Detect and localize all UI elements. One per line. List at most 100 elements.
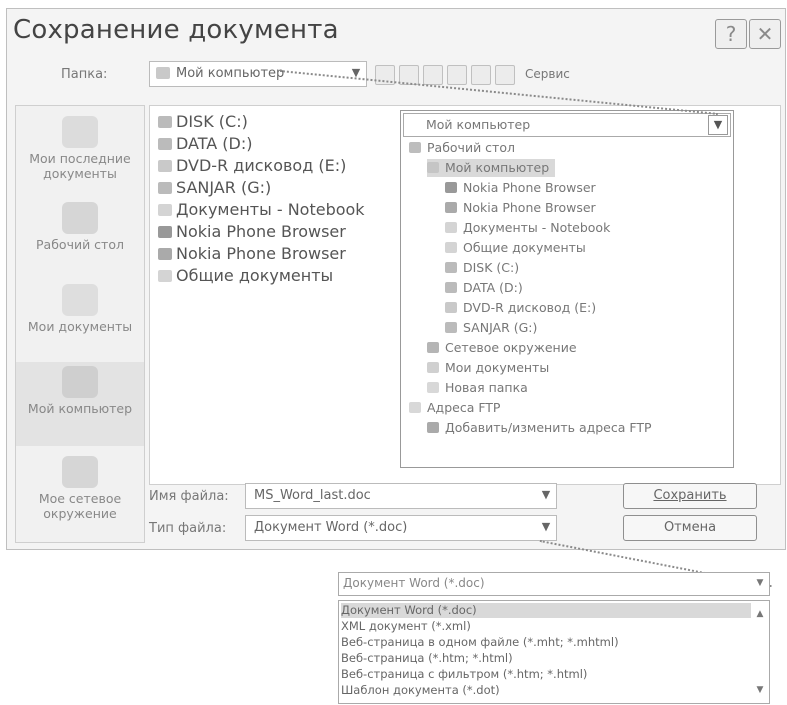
phone-icon xyxy=(158,226,172,238)
folder-icon xyxy=(445,242,457,253)
dropdown-item[interactable]: DVD-R дисковод (E:) xyxy=(445,299,596,317)
phone-icon xyxy=(158,248,172,260)
filetype-list[interactable]: Документ Word (*.doc) XML документ (*.xm… xyxy=(338,600,770,704)
place-desktop[interactable]: Рабочий стол xyxy=(16,202,144,252)
filetype-option[interactable]: Шаблон документа (*.dot) xyxy=(341,683,500,698)
desktop-icon xyxy=(409,142,421,153)
computer-icon xyxy=(156,67,170,79)
file-item-label: Nokia Phone Browser xyxy=(176,222,346,241)
dropdown-item[interactable]: DATA (D:) xyxy=(445,279,523,297)
filetype-option-selected[interactable]: Документ Word (*.doc) xyxy=(341,603,751,618)
drive-icon xyxy=(445,262,457,273)
help-button[interactable]: ? xyxy=(715,19,747,49)
place-my-computer[interactable]: Мой компьютер xyxy=(16,362,144,446)
dropdown-item[interactable]: Nokia Phone Browser xyxy=(445,199,596,217)
drive-icon xyxy=(158,182,172,194)
dropdown-item-selected[interactable]: Мой компьютер xyxy=(427,159,556,177)
filetype-option[interactable]: Веб-страница (*.htm; *.html) xyxy=(341,651,513,666)
place-label: Рабочий стол xyxy=(36,237,124,252)
new-folder-icon[interactable] xyxy=(471,65,491,85)
recent-documents-icon xyxy=(62,116,98,148)
filetype-dropdown-current: Документ Word (*.doc) xyxy=(343,576,485,590)
delete-icon[interactable] xyxy=(447,65,467,85)
dropdown-item[interactable]: Общие документы xyxy=(445,239,586,257)
ftp-icon xyxy=(427,422,439,433)
filetype-label: Тип файла: xyxy=(149,521,227,536)
file-item[interactable]: Документы - Notebook xyxy=(158,200,365,219)
dropdown-item-label: Рабочий стол xyxy=(427,140,515,155)
file-item-label: DVD-R дисковод (E:) xyxy=(176,156,347,175)
ftp-folder-icon xyxy=(409,402,421,413)
file-item[interactable]: SANJAR (G:) xyxy=(158,178,271,197)
place-label: Мои последние документы xyxy=(29,151,131,181)
close-button[interactable]: ✕ xyxy=(749,19,781,49)
drive-icon xyxy=(158,116,172,128)
drive-icon xyxy=(445,322,457,333)
dropdown-item[interactable]: Nokia Phone Browser xyxy=(445,179,596,197)
dvd-icon xyxy=(158,160,172,172)
filetype-option[interactable]: Веб-страница с фильтром (*.htm; *.html) xyxy=(341,667,587,682)
dropdown-item[interactable]: Добавить/изменить адреса FTP xyxy=(427,419,652,437)
title-bar: Сохранение документа ? ✕ xyxy=(7,9,785,51)
dropdown-item[interactable]: Сетевое окружение xyxy=(427,339,577,357)
computer-icon xyxy=(427,162,439,173)
file-item-label: Документы - Notebook xyxy=(176,200,365,219)
filetype-dropdown[interactable]: Документ Word (*.doc) ▼ Документ Word (*… xyxy=(338,572,770,704)
dropdown-item[interactable]: Документы - Notebook xyxy=(445,219,610,237)
filename-value: MS_Word_last.doc xyxy=(254,488,371,503)
place-label: Мой компьютер xyxy=(27,401,133,416)
drive-icon xyxy=(445,282,457,293)
file-item[interactable]: DVD-R дисковод (E:) xyxy=(158,156,346,175)
dropdown-item[interactable]: Рабочий стол xyxy=(409,139,515,157)
folder-label: Папка: xyxy=(61,67,108,82)
dropdown-item[interactable]: Адреса FTP xyxy=(409,399,500,417)
file-item[interactable]: Общие документы xyxy=(158,266,333,285)
filename-field[interactable]: MS_Word_last.doc ▼ xyxy=(245,483,557,509)
dropdown-item-label: Сетевое окружение xyxy=(445,340,577,355)
folder-dropdown[interactable]: Мой компьютер ▼ Рабочий стол Мой компьют… xyxy=(400,110,734,468)
filetype-option[interactable]: Веб-страница в одном файле (*.mht; *.mht… xyxy=(341,635,619,650)
drive-icon xyxy=(158,138,172,150)
dropdown-item[interactable]: Новая папка xyxy=(427,379,528,397)
place-recent-documents[interactable]: Мои последние документы xyxy=(16,116,144,181)
file-item[interactable]: Nokia Phone Browser xyxy=(158,244,346,263)
folder-dropdown-current: Мой компьютер xyxy=(426,117,531,132)
dropdown-item-label: Мои документы xyxy=(445,360,550,375)
place-network[interactable]: Мое сетевое окружение xyxy=(16,456,144,521)
place-my-documents[interactable]: Мои документы xyxy=(16,284,144,334)
network-icon xyxy=(62,456,98,488)
scroll-up-icon[interactable]: ▲ xyxy=(753,607,767,621)
filetype-dropdown-header[interactable]: Документ Word (*.doc) ▼ xyxy=(338,572,770,596)
phone-icon xyxy=(445,182,457,193)
filetype-option[interactable]: XML документ (*.xml) xyxy=(341,619,471,634)
chevron-down-icon: ▼ xyxy=(541,488,551,501)
chevron-down-icon: ▼ xyxy=(541,520,551,533)
dropdown-item-label: Добавить/изменить адреса FTP xyxy=(445,420,652,435)
search-web-icon[interactable] xyxy=(423,65,443,85)
file-item[interactable]: DATA (D:) xyxy=(158,134,253,153)
my-computer-icon xyxy=(62,366,98,398)
file-item[interactable]: DISK (C:) xyxy=(158,112,248,131)
dropdown-item-label: Мой компьютер xyxy=(445,160,550,175)
dropdown-item[interactable]: SANJAR (G:) xyxy=(445,319,537,337)
shared-folder-icon xyxy=(158,204,172,216)
dropdown-item-label: Nokia Phone Browser xyxy=(463,180,596,195)
tools-menu[interactable]: Сервис xyxy=(525,67,570,81)
file-item[interactable]: Nokia Phone Browser xyxy=(158,222,346,241)
views-icon[interactable] xyxy=(495,65,515,85)
scroll-down-icon[interactable]: ▼ xyxy=(753,683,767,697)
filetype-select[interactable]: Документ Word (*.doc) ▼ xyxy=(245,515,557,541)
folder-dropdown-header[interactable]: Мой компьютер ▼ xyxy=(403,113,731,137)
cancel-button[interactable]: Отмена xyxy=(623,515,757,541)
folder-combobox[interactable]: Мой компьютер ▼ xyxy=(149,61,367,87)
chevron-down-icon[interactable]: ▼ xyxy=(708,115,728,135)
save-button[interactable]: Сохранить xyxy=(623,483,757,509)
chevron-down-icon[interactable]: ▼ xyxy=(753,576,767,590)
places-bar: Мои последние документы Рабочий стол Мои… xyxy=(15,105,145,543)
dropdown-item-label: Адреса FTP xyxy=(427,400,501,415)
phone-icon xyxy=(445,202,457,213)
dropdown-item[interactable]: DISK (C:) xyxy=(445,259,519,277)
dropdown-item[interactable]: Мои документы xyxy=(427,359,549,377)
file-item-label: DATA (D:) xyxy=(176,134,253,153)
filetype-value: Документ Word (*.doc) xyxy=(254,520,408,535)
